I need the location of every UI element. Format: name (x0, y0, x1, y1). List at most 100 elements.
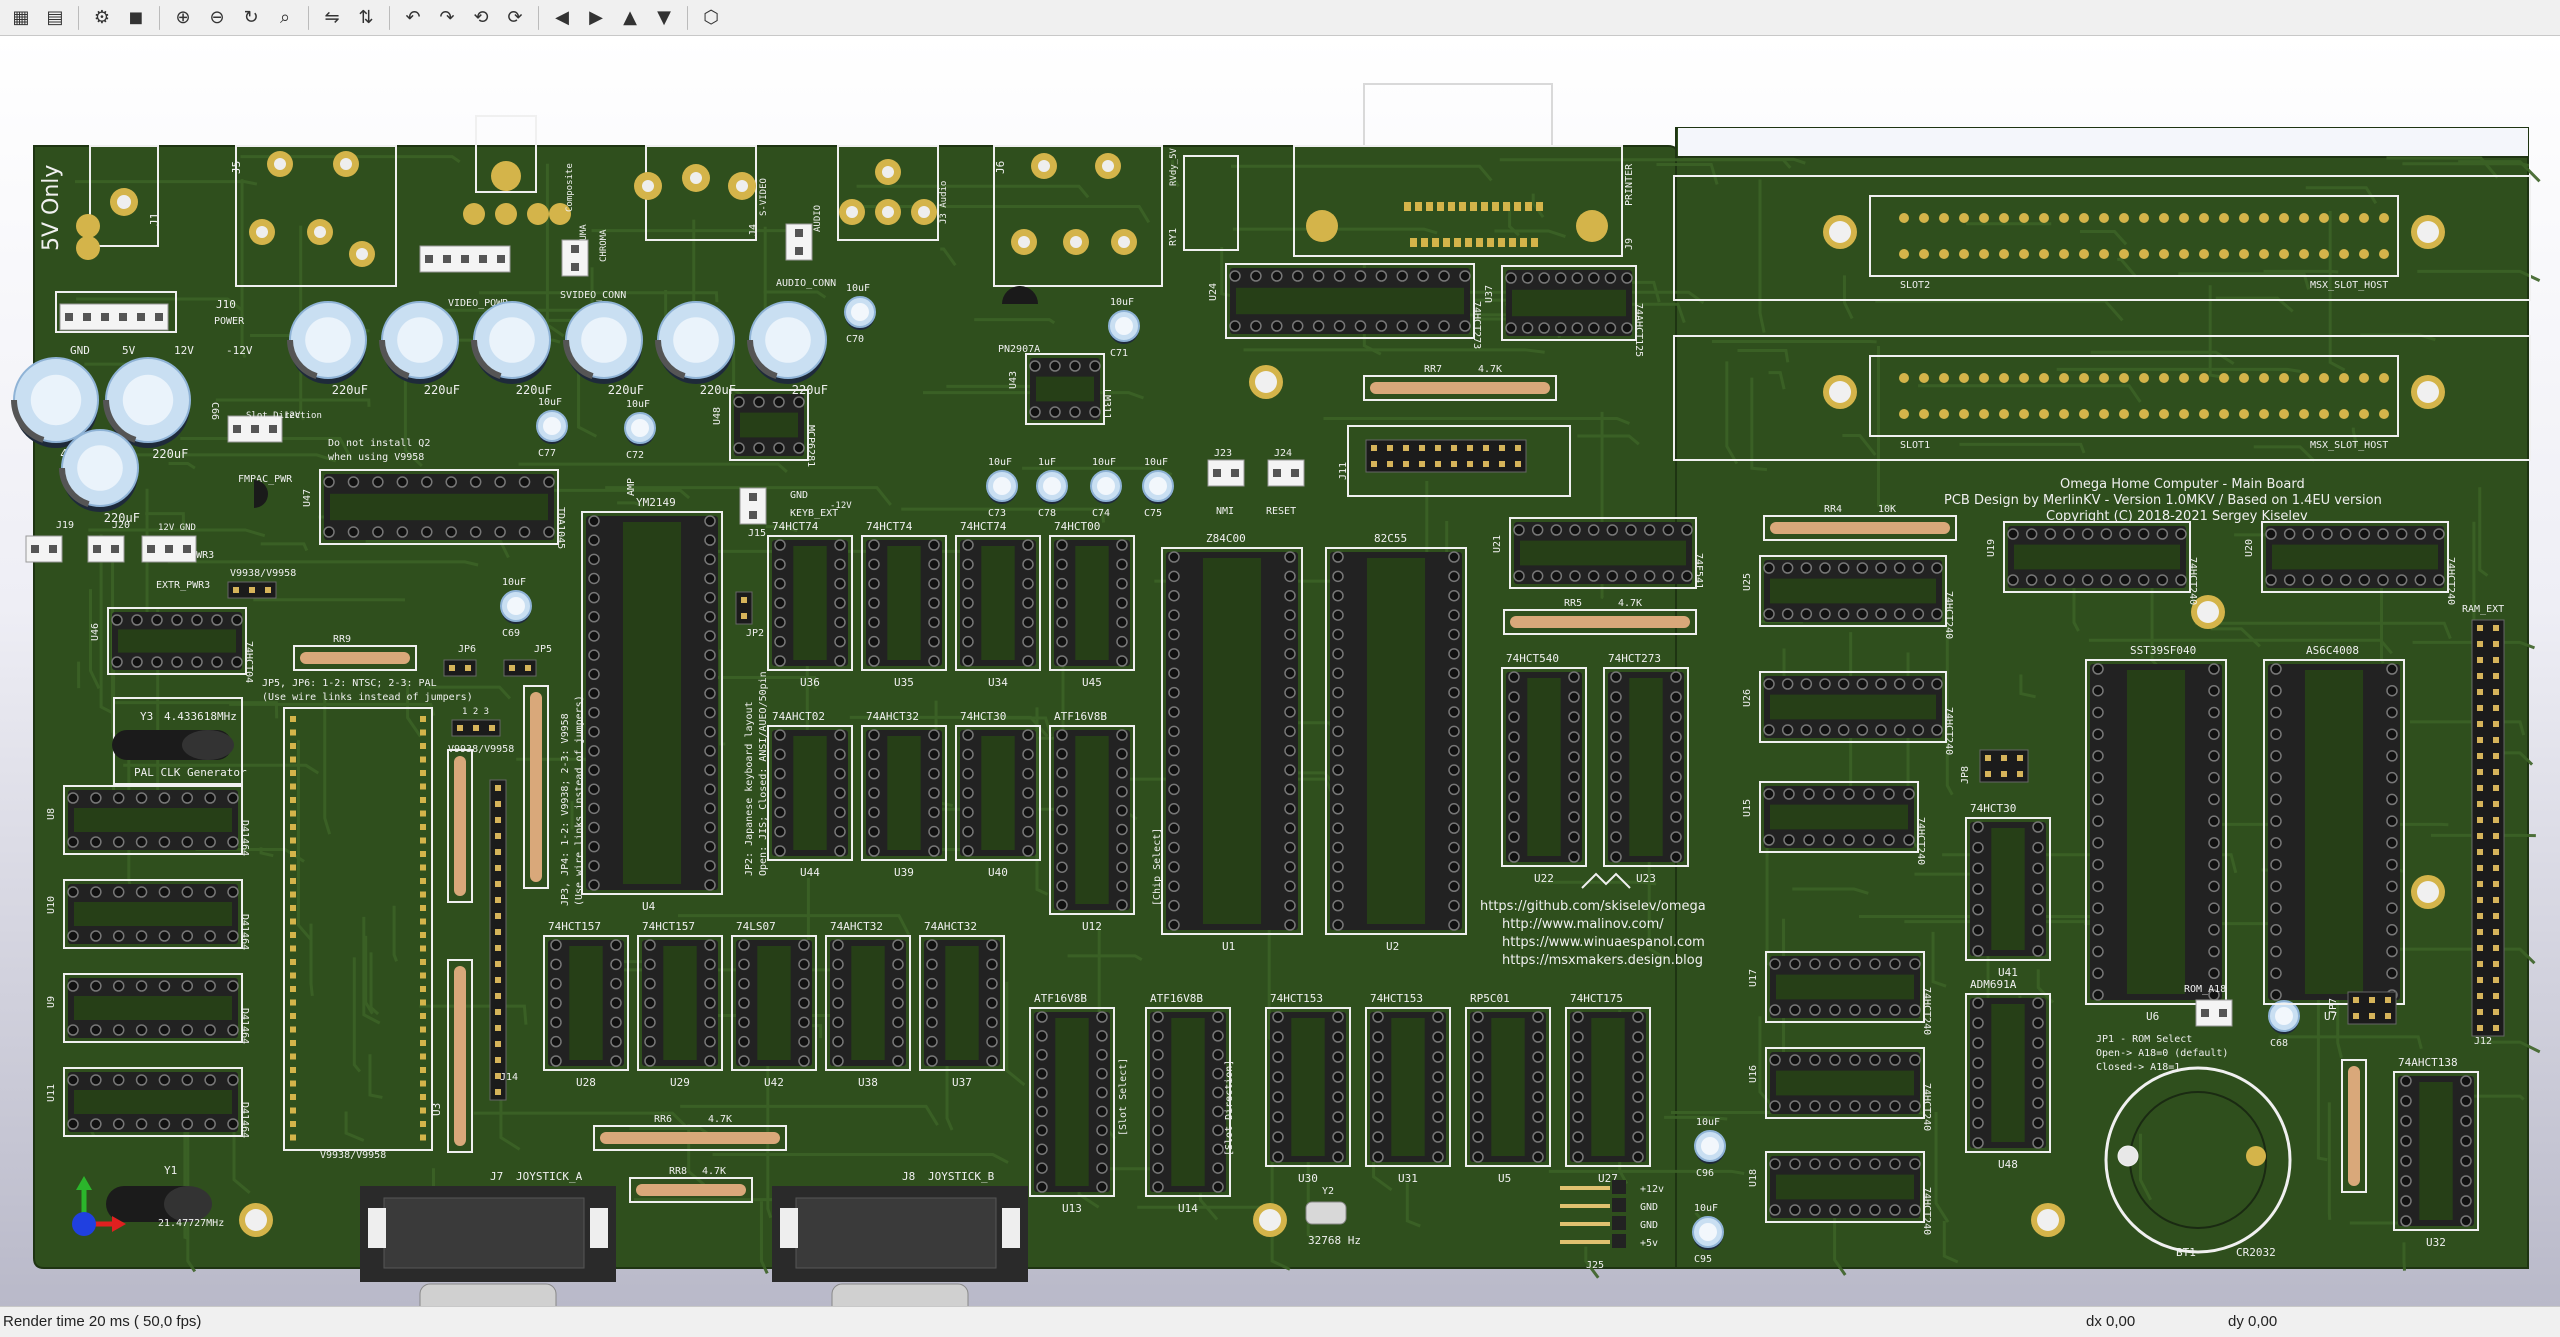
j5-hole (274, 158, 286, 170)
socket-pin (645, 998, 655, 1008)
cap-top (77, 445, 123, 491)
refresh-icon[interactable]: ↻ (236, 3, 266, 33)
chip-label: SST39SF040 (2130, 644, 2196, 657)
3d-viewport[interactable]: 5V OnlyJ1J10POWERGND5V12V-12VJ5Composite… (0, 36, 2560, 1306)
slot-pin (1999, 213, 2009, 223)
slot-pin (2319, 409, 2329, 419)
socket-pin (324, 527, 334, 537)
header-pin (449, 665, 455, 671)
socket-pin (1449, 843, 1459, 853)
socket-pin (159, 887, 169, 897)
socket-pin (1682, 525, 1692, 535)
socket-pin (963, 579, 973, 589)
socket-pin (182, 1119, 192, 1129)
socket-pin (835, 598, 845, 608)
db9-clip (1002, 1208, 1020, 1248)
socket-pin (1333, 804, 1343, 814)
socket-pin (1876, 563, 1886, 573)
slot-pin (2119, 213, 2129, 223)
chip-ref: U30 (1298, 1172, 1318, 1185)
header-pin (251, 425, 259, 433)
dip-socket-u12: ATF16V8BU12 (1050, 710, 1134, 933)
board-setup-icon[interactable]: ▦ (6, 3, 36, 33)
socket-pin (2033, 863, 2043, 873)
slot-select-note: [Slot Select] (1118, 1058, 1129, 1136)
chip-label: 74HCT74 (772, 520, 819, 533)
socket-pin (589, 631, 599, 641)
socket-pin (589, 688, 599, 698)
cap-ref: C70 (846, 334, 864, 345)
socket-pin (1622, 323, 1632, 333)
u3-pin (420, 1135, 426, 1141)
ortho-icon[interactable]: ⬡ (696, 3, 726, 33)
rotate-z-icon[interactable]: ⟲ (466, 3, 496, 33)
socket-pin (1449, 571, 1459, 581)
cap-top (851, 303, 869, 321)
j9-pin (1481, 202, 1488, 211)
socket-pin (1097, 1144, 1107, 1154)
j9-pin (1520, 238, 1527, 247)
socket-pin (205, 1119, 215, 1129)
dip-socket-u23: 74HCT273U23 (1604, 652, 1688, 885)
socket-pin (1439, 271, 1449, 281)
socket-pin (205, 981, 215, 991)
slot-pin (2339, 249, 2349, 259)
flip-x-icon[interactable]: ⇋ (317, 3, 347, 33)
socket-pin (705, 1037, 715, 1047)
zoom-out-icon[interactable]: ⊖ (202, 3, 232, 33)
chip-label: 74HCT175 (1570, 992, 1623, 1005)
slot-pin (2339, 373, 2349, 383)
arrow-right-icon[interactable]: ▶ (581, 3, 611, 33)
slot-pin (1959, 409, 1969, 419)
chip-label: 74HCT240 (1921, 987, 1932, 1035)
u3-pin (290, 865, 296, 871)
rotate-y-icon[interactable]: ↷ (432, 3, 462, 33)
socket-pin (2271, 794, 2281, 804)
j6-ref: J6 (994, 161, 1007, 174)
header-pin (2477, 737, 2483, 743)
cap-top (1115, 317, 1133, 335)
db9-plug (420, 1284, 556, 1306)
arrow-left-icon[interactable]: ◀ (547, 3, 577, 33)
socket-pin (1449, 668, 1459, 678)
rotate-x-icon[interactable]: ↶ (398, 3, 428, 33)
layers-icon[interactable]: ▤ (40, 3, 70, 33)
dip-socket-u32: 74AHCT138U32 (2394, 1056, 2478, 1249)
arrow-up-icon[interactable]: ▲ (615, 3, 645, 33)
socket-pin (1973, 925, 1983, 935)
socket-pin (1890, 1005, 1900, 1015)
slot-label: MSX_SLOT_HOST (2310, 440, 2388, 451)
header-pin (495, 785, 501, 791)
socket-pin (2093, 794, 2103, 804)
socket-pin (963, 559, 973, 569)
cap-top (993, 477, 1011, 495)
socket-pin (1573, 1072, 1583, 1082)
socket-pin (114, 887, 124, 897)
socket-pin (1605, 273, 1615, 283)
hdip-socket-u16: 74HCT240U16 (1748, 1048, 1932, 1131)
flip-y-icon[interactable]: ⇅ (351, 3, 381, 33)
rotate-z2-icon[interactable]: ⟳ (500, 3, 530, 33)
hdip-socket-u19: 74HCT240U19 (1986, 522, 2198, 605)
zoom-in-icon[interactable]: ⊕ (168, 3, 198, 33)
socket-pin (1473, 1092, 1483, 1102)
chip-ref: U39 (894, 866, 914, 879)
socket-pin (963, 598, 973, 608)
slot-pin (1959, 249, 1969, 259)
socket-pin (987, 1017, 997, 1027)
cap-ref: C69 (502, 628, 520, 639)
socket-pin (705, 940, 715, 950)
socket-pin (228, 931, 238, 941)
hole (1255, 371, 1277, 393)
arrow-down-icon[interactable]: ▼ (649, 3, 679, 33)
gear-icon[interactable]: ⚙ (87, 3, 117, 33)
socket-pin (2271, 990, 2281, 1000)
socket-window (887, 546, 920, 660)
3d-box-icon[interactable]: ◼ (121, 3, 151, 33)
zoom-fit-icon[interactable]: ⌕ (270, 3, 300, 33)
socket-pin (1764, 725, 1774, 735)
socket-pin (2271, 881, 2281, 891)
socket-pin (1801, 679, 1811, 689)
socket-pin (68, 1119, 78, 1129)
socket-pin (1870, 1055, 1880, 1065)
